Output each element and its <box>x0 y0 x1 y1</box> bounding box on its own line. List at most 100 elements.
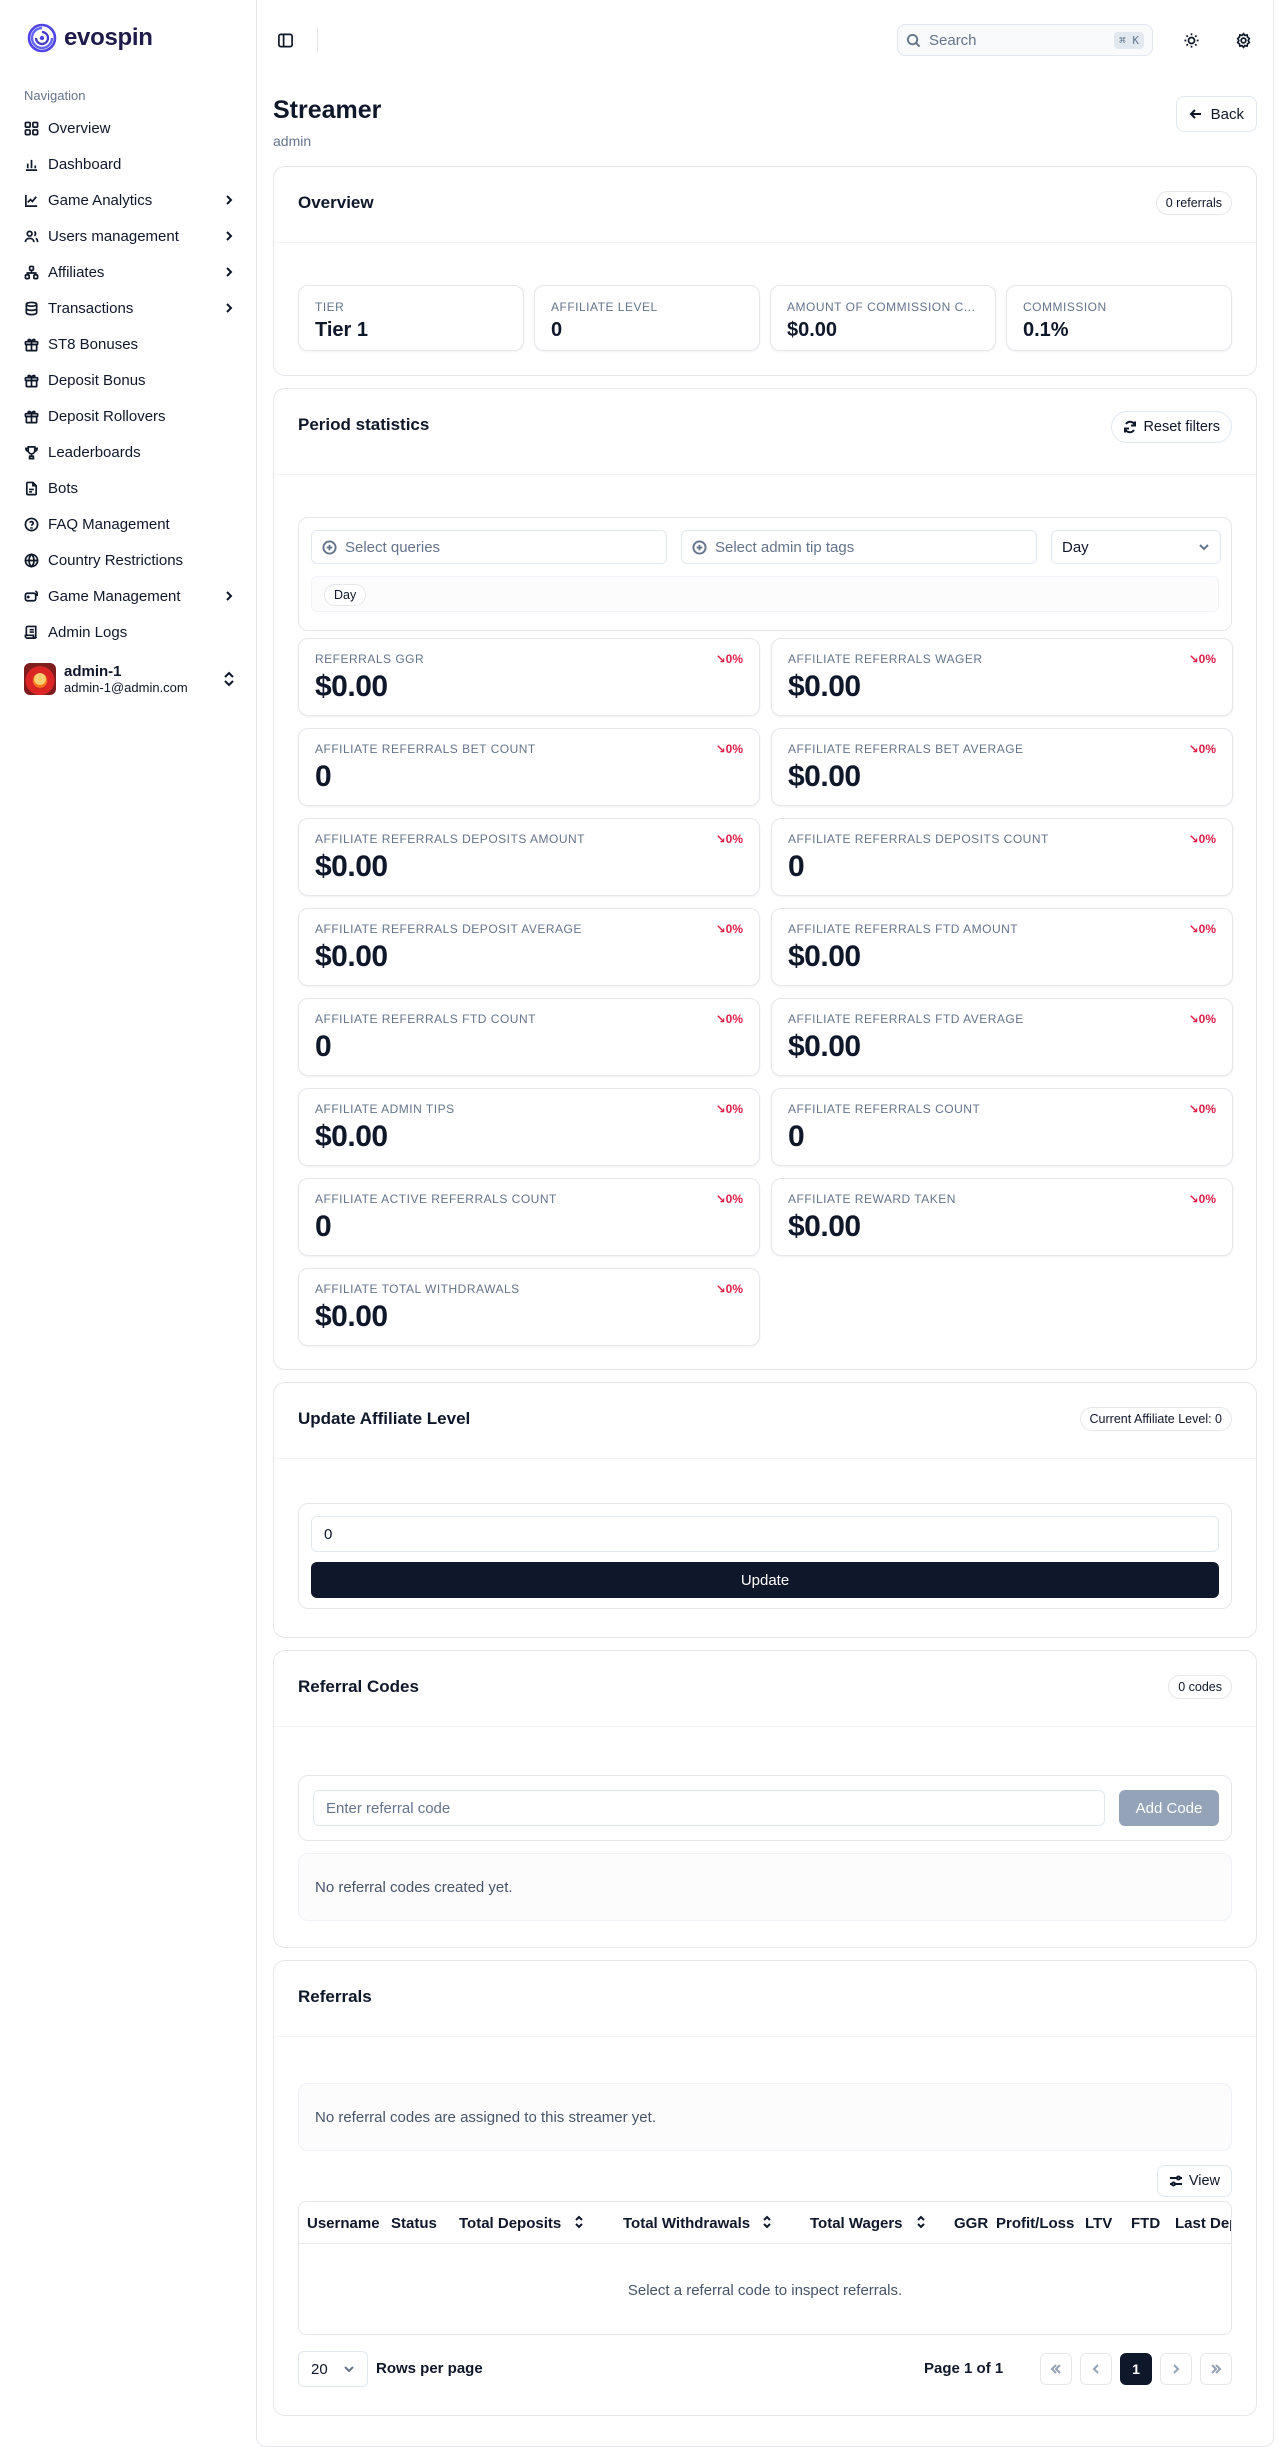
column-header-ftd: FTD <box>1131 2215 1160 2232</box>
referral-codes-title: Referral Codes <box>298 1677 419 1696</box>
stat-label: Affiliate Referrals FTD Count <box>315 1012 536 1026</box>
interval-chip[interactable]: Day <box>324 584 367 606</box>
view-options-button[interactable]: View <box>1156 2165 1232 2197</box>
nav-section-label: Navigation <box>24 88 86 103</box>
sidebar-item-dashboard[interactable]: Dashboard <box>16 146 244 182</box>
column-header-status: Status <box>391 2215 437 2232</box>
help-circle-icon <box>24 517 39 531</box>
next-page-button[interactable] <box>1160 2353 1192 2385</box>
stat-card: Affiliate Reward Taken ↘0% $0.00 <box>771 1178 1233 1256</box>
sidebar-item-admin-logs[interactable]: Admin Logs <box>16 614 244 650</box>
stat-value: $0.00 <box>788 1210 861 1243</box>
gamepad-icon <box>24 590 38 602</box>
referral-codes-header: Referral Codes 0 codes <box>274 1651 1256 1727</box>
sort-button[interactable] <box>573 2215 585 2229</box>
sidebar-item-country-restrictions[interactable]: Country Restrictions <box>16 542 244 578</box>
table-header: Username Status Total Deposits Total Withdr… <box>299 2202 1231 2244</box>
chevrons-up-down-icon <box>763 2215 771 2229</box>
stat-card: Affiliate Referrals Deposits Count ↘0% 0 <box>771 818 1233 896</box>
back-button[interactable]: Back <box>1175 96 1257 132</box>
codes-count-badge: 0 codes <box>1168 1675 1232 1699</box>
chevron-right-icon <box>226 267 233 277</box>
search-input[interactable]: Search ⌘ K <box>897 24 1153 56</box>
previous-page-button[interactable] <box>1080 2353 1112 2385</box>
sidebar-item-label: Transactions <box>48 299 134 317</box>
referral-codes-card: Referral Codes 0 codes Enter referral co… <box>273 1650 1257 1948</box>
stat-delta: ↘0% <box>715 832 743 846</box>
page-button-current[interactable]: 1 <box>1120 2353 1152 2385</box>
interval-select[interactable]: Day <box>1051 530 1221 564</box>
chevron-right-icon <box>226 303 233 313</box>
page-title: Streamer <box>273 96 382 124</box>
overview-tile-value: $0.00 <box>787 319 838 341</box>
stat-delta: ↘0% <box>1188 1192 1216 1206</box>
user-email: admin-1@admin.com <box>64 679 188 695</box>
sidebar-item-overview[interactable]: Overview <box>16 110 244 146</box>
referral-code-input[interactable]: Enter referral code <box>313 1790 1105 1826</box>
column-header-total-deposits[interactable]: Total Deposits <box>459 2215 561 2232</box>
topbar: Search ⌘ K <box>257 0 1273 78</box>
stat-delta: ↘0% <box>1188 742 1216 756</box>
sidebar-item-game-analytics[interactable]: Game Analytics <box>16 182 244 218</box>
user-menu[interactable]: admin-1 admin-1@admin.com <box>24 660 236 698</box>
add-code-button[interactable]: Add Code <box>1119 1790 1219 1826</box>
overview-tile-value: 0 <box>551 319 563 341</box>
update-affiliate-level-card: Update Affiliate Level Current Affiliate… <box>273 1382 1257 1638</box>
stat-delta: ↘0% <box>715 652 743 666</box>
settings-button[interactable] <box>1231 28 1255 52</box>
stat-label: Affiliate Referrals Deposit Average <box>315 922 582 936</box>
last-page-button[interactable] <box>1200 2353 1232 2385</box>
sidebar-item-label: Country Restrictions <box>48 551 184 569</box>
stat-delta: ↘0% <box>1188 1012 1216 1026</box>
sidebar-item-game-management[interactable]: Game Management <box>16 578 244 614</box>
theme-toggle-button[interactable] <box>1179 28 1203 52</box>
column-header-total-withdrawals[interactable]: Total Withdrawals <box>623 2215 750 2232</box>
column-header-label: Total Wagers <box>810 2215 903 2232</box>
referrals-table: Username Status Total Deposits Total Withdr… <box>298 2201 1232 2335</box>
rows-per-page-select[interactable]: 20 <box>298 2351 368 2387</box>
stat-delta: ↘0% <box>715 1282 743 1296</box>
table-empty-message: Select a referral code to inspect referr… <box>627 2281 903 2299</box>
column-header-username: Username <box>307 2215 380 2232</box>
stat-label: Affiliate Referrals FTD Amount <box>788 922 1019 936</box>
sidebar-item-bots[interactable]: Bots <box>16 470 244 506</box>
first-page-button[interactable] <box>1040 2353 1072 2385</box>
sidebar-item-deposit-rollovers[interactable]: Deposit Rollovers <box>16 398 244 434</box>
column-header-profit-loss: Profit/Loss <box>996 2215 1074 2232</box>
column-header-last-dep: Last Dep <box>1175 2215 1231 2232</box>
sort-button[interactable] <box>915 2215 927 2229</box>
sidebar-toggle-button[interactable] <box>273 28 297 52</box>
overview-tile: Amount of Commission C... $0.00 <box>770 285 996 351</box>
sidebar-item-leaderboards[interactable]: Leaderboards <box>16 434 244 470</box>
sidebar-item-users-management[interactable]: Users management <box>16 218 244 254</box>
column-header-ltv: LTV <box>1085 2215 1112 2232</box>
stat-value: 0 <box>315 760 332 793</box>
sidebar-item-faq-management[interactable]: FAQ Management <box>16 506 244 542</box>
update-affiliate-level-header: Update Affiliate Level Current Affiliate… <box>274 1383 1256 1459</box>
sidebar-item-transactions[interactable]: Transactions <box>16 290 244 326</box>
stat-delta: ↘0% <box>1188 652 1216 666</box>
affiliate-level-form: 0 Update <box>298 1503 1232 1609</box>
reset-filters-button[interactable]: Reset filters <box>1111 411 1232 443</box>
referrals-empty-state: No referral codes are assigned to this s… <box>298 2083 1232 2151</box>
overview-tile-label: Affiliate Level <box>551 300 658 314</box>
sidebar-item-affiliates[interactable]: Affiliates <box>16 254 244 290</box>
referrals-header: Referrals <box>274 1961 1256 2037</box>
stat-card: Affiliate Referrals Bet Average ↘0% $0.00 <box>771 728 1233 806</box>
sidebar-item-label: Deposit Bonus <box>48 371 146 389</box>
affiliate-level-input[interactable]: 0 <box>311 1516 1219 1552</box>
bar-chart-icon <box>25 159 38 171</box>
sort-button[interactable] <box>761 2215 773 2229</box>
sidebar-item-label: Leaderboards <box>48 443 141 461</box>
stat-card: Affiliate Active Referrals Count ↘0% 0 <box>298 1178 760 1256</box>
column-header-total-wagers[interactable]: Total Wagers <box>810 2215 903 2232</box>
brand-logo[interactable]: evospin <box>26 22 153 54</box>
admin-tip-tags-select[interactable]: Select admin tip tags <box>681 530 1037 564</box>
sidebar-item-st8-bonuses[interactable]: ST8 Bonuses <box>16 326 244 362</box>
file-icon <box>25 481 38 495</box>
update-button[interactable]: Update <box>311 1562 1219 1598</box>
chevron-left-icon <box>1092 2364 1099 2374</box>
stat-card: Referrals GGR ↘0% $0.00 <box>298 638 760 716</box>
sidebar-item-deposit-bonus[interactable]: Deposit Bonus <box>16 362 244 398</box>
queries-select[interactable]: Select queries <box>311 530 667 564</box>
